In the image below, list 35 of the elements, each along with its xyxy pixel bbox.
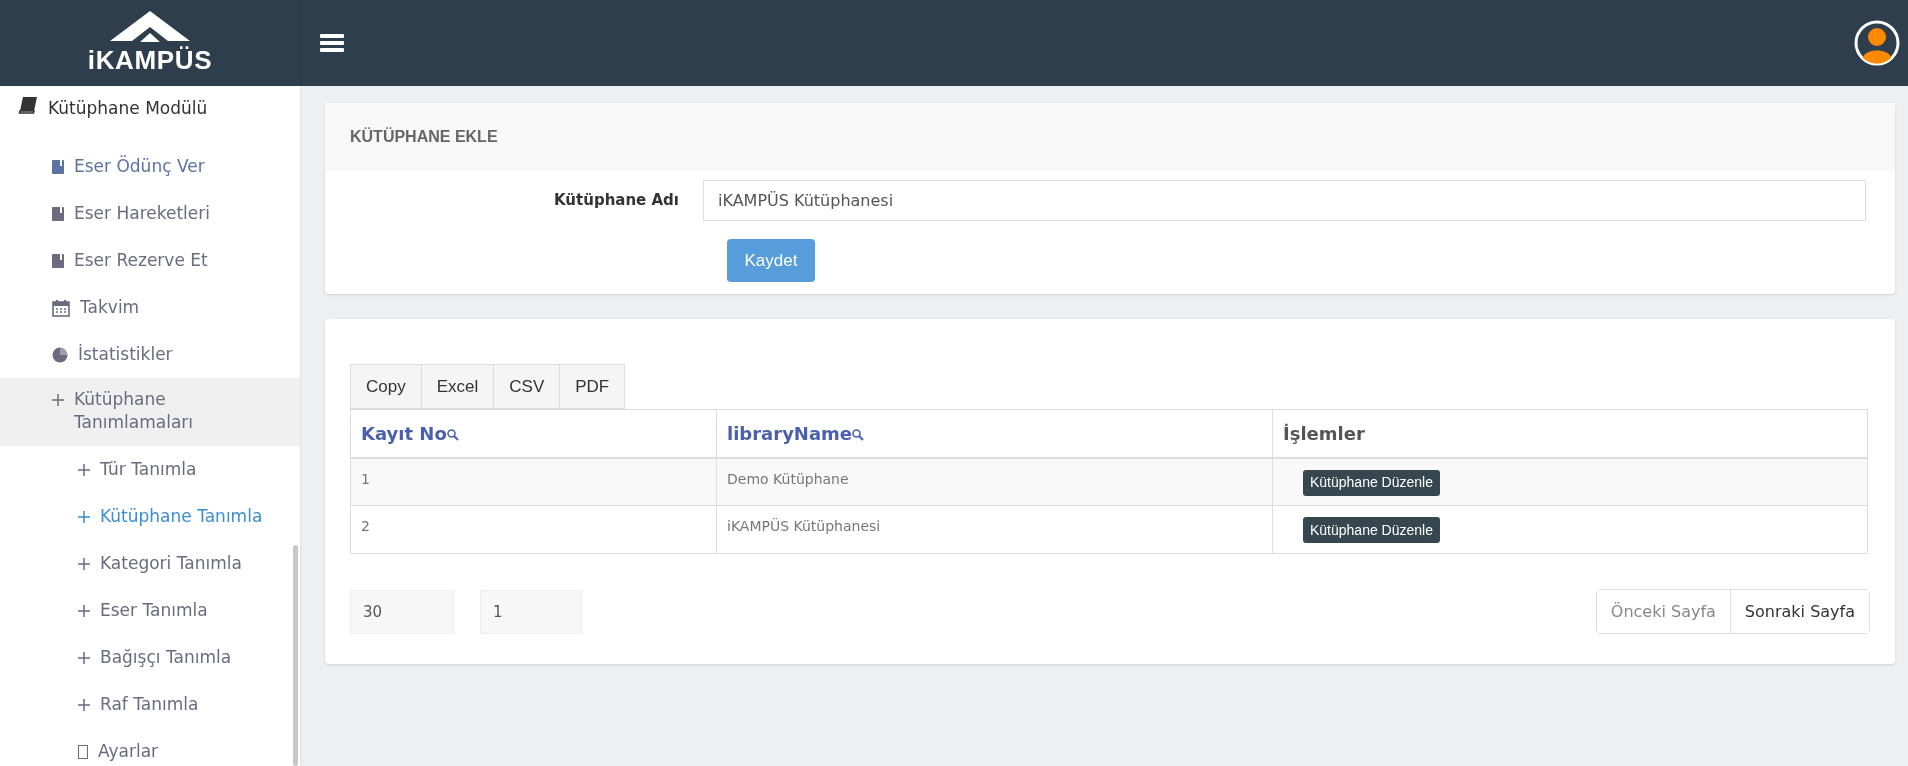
sidebar-item[interactable]: İstatistikler (0, 331, 300, 378)
sidebar-item[interactable]: Eser Rezerve Et (0, 237, 300, 284)
table-cell: Demo Kütüphane (716, 457, 1273, 506)
field-label: Kütüphane Adı (553, 190, 680, 212)
sidebar-item[interactable]: Raf Tanımla (0, 681, 300, 728)
column-header: İşlemler (1272, 409, 1868, 458)
pagination-button[interactable]: Sonraki Sayfa (1729, 590, 1869, 633)
table-cell: 2 (350, 505, 717, 554)
page-number-field[interactable]: 1 (480, 589, 582, 634)
sidebar-item[interactable]: Bağışçı Tanımla (0, 634, 300, 681)
export-button[interactable]: Excel (420, 364, 495, 409)
edit-button[interactable]: Kütüphane Düzenle (1303, 517, 1440, 543)
table-cell: 1 (350, 457, 717, 506)
logo-text: iKAMPÜS (87, 45, 213, 75)
sidebar-item[interactable]: Eser Ödünç Ver (0, 143, 300, 190)
save-button[interactable]: Kaydet (727, 239, 815, 282)
card-title: KÜTÜPHANE EKLE (350, 126, 498, 147)
export-button[interactable]: Copy (350, 364, 422, 409)
sidebar-item[interactable]: Eser Hareketleri (0, 190, 300, 237)
page-size-field[interactable]: 30 (350, 589, 454, 634)
sidebar-item[interactable]: Ayarlar (0, 728, 300, 766)
export-button[interactable]: CSV (493, 364, 561, 409)
sidebar-item[interactable]: Eser Tanımla (0, 587, 300, 634)
sidebar-item[interactable]: Tür Tanımla (0, 446, 300, 493)
sidebar-item[interactable]: Takvim (0, 284, 300, 331)
sidebar-item[interactable]: Kategori Tanımla (0, 540, 300, 587)
sidebar-item[interactable]: Kütüphane Modülü (0, 96, 300, 143)
column-header[interactable]: libraryName (716, 409, 1273, 458)
sidebar-item[interactable]: Kütüphane Tanımlamaları (0, 378, 300, 446)
edit-button[interactable]: Kütüphane Düzenle (1303, 469, 1440, 496)
sidebar-item[interactable]: Kütüphane Tanımla (0, 493, 300, 540)
table-cell: iKAMPÜS Kütüphanesi (716, 505, 1273, 554)
column-header[interactable]: Kayıt No (350, 409, 717, 458)
library-name-input[interactable]: iKAMPÜS Kütüphanesi (703, 180, 1866, 221)
export-button[interactable]: PDF (559, 364, 626, 409)
